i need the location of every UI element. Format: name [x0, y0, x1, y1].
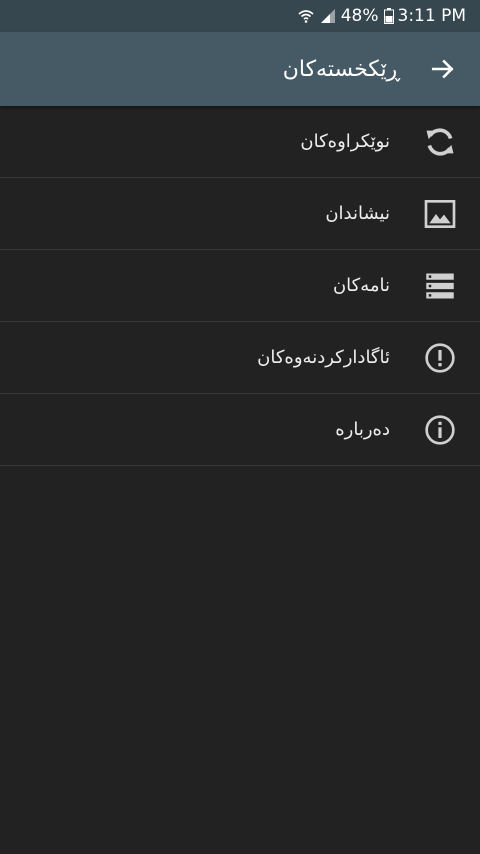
menu-item-label: نوێکراوەکان: [300, 131, 390, 152]
status-time: 3:11 PM: [397, 6, 467, 26]
page-title: ڕێکخستەکان: [282, 56, 400, 82]
menu-item-messages[interactable]: نامەکان: [0, 250, 480, 322]
info-icon: [420, 410, 460, 450]
battery-icon: [383, 8, 394, 24]
battery-percent: 48%: [340, 6, 379, 26]
settings-list: نوێکراوەکان نیشاندان نامەکان ئاگادارکردن…: [0, 106, 480, 466]
list-icon: [420, 266, 460, 306]
alert-icon: [420, 338, 460, 378]
menu-item-updates[interactable]: نوێکراوەکان: [0, 106, 480, 178]
menu-item-notifications[interactable]: ئاگادارکردنەوەکان: [0, 322, 480, 394]
status-bar: 48% 3:11 PM: [0, 0, 480, 32]
menu-item-label: ئاگادارکردنەوەکان: [257, 347, 390, 368]
menu-item-about[interactable]: دەربارە: [0, 394, 480, 466]
menu-item-label: نامەکان: [332, 275, 390, 296]
refresh-icon: [420, 122, 460, 162]
wifi-icon: [298, 8, 314, 24]
app-bar: ڕێکخستەکان: [0, 32, 480, 106]
menu-item-display[interactable]: نیشاندان: [0, 178, 480, 250]
arrow-right-icon[interactable]: [428, 54, 458, 84]
signal-icon: [319, 8, 337, 24]
menu-item-label: نیشاندان: [325, 203, 390, 224]
image-icon: [420, 194, 460, 234]
menu-item-label: دەربارە: [335, 419, 390, 440]
